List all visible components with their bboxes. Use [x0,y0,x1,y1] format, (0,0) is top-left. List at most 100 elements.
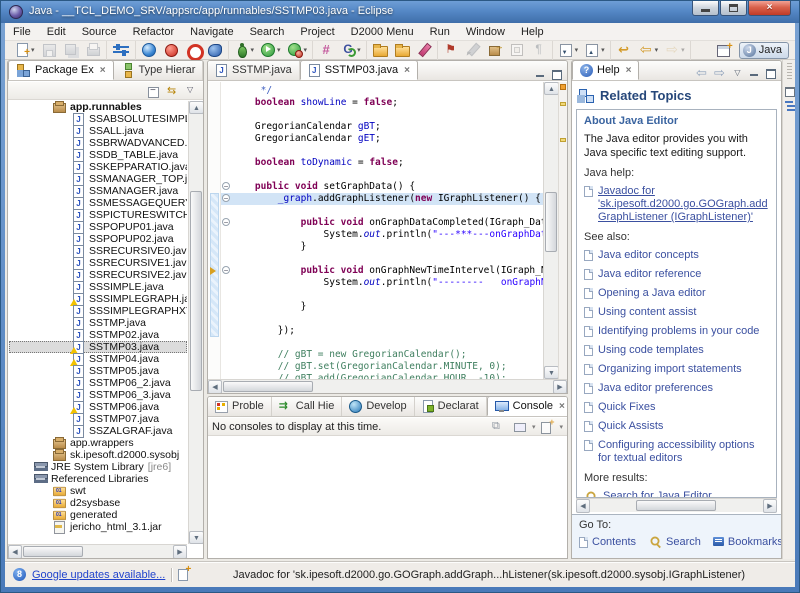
fold-marker-icon[interactable]: − [221,181,232,193]
tree-item-ssmanager-java[interactable]: SSMANAGER.java [9,185,187,197]
open-folder2-button[interactable] [391,40,413,60]
minimize-view-icon[interactable] [748,67,761,79]
tree-item-d2sysbase[interactable]: d2sysbase [9,497,187,509]
java-perspective-button[interactable]: JJava [739,42,789,59]
d2000-red-button[interactable] [160,40,182,60]
tree-item-sstmp06-java[interactable]: SSTMP06.java [9,401,187,413]
tree-item-ssrecursive1-java[interactable]: SSRECURSIVE1.java [9,257,187,269]
back-icon[interactable] [694,66,709,80]
tab-help[interactable]: ? Help × [572,60,639,80]
prev-annotation-button[interactable]: ▾ [581,40,608,60]
highlighter-button[interactable] [413,40,435,60]
maximize-view-icon[interactable] [550,68,563,80]
see-also-link-organizing-import-statements[interactable]: Organizing import statements [584,363,769,376]
scroll-right-icon[interactable]: ▶ [173,545,187,559]
tree-item-sszalgraf-java[interactable]: SSZALGRAF.java [9,425,187,437]
close-tab-icon[interactable]: × [626,65,632,76]
annotation-ruler[interactable] [208,82,221,379]
dropdown-arrow-icon[interactable]: ▾ [304,46,308,54]
tree-item-generated[interactable]: generated [9,509,187,521]
menu-help[interactable]: Help [513,24,552,40]
scroll-right-icon[interactable]: ▶ [553,380,567,394]
tree-vertical-scrollbar[interactable]: ▲ ▼ [188,101,203,544]
display-selected-console-icon[interactable] [511,419,528,434]
tree-item-sskepparatio-java[interactable]: SSKEPPARATIO.java [9,161,187,173]
sliders-button[interactable] [109,40,133,60]
tab-package-explorer[interactable]: Package Ex × [8,60,114,80]
tab-develop[interactable]: Develop [342,396,414,416]
dropdown-arrow-icon[interactable]: ▾ [655,46,659,54]
tree-item-ssmanager-top-java[interactable]: SSMANAGER_TOP.java [9,173,187,185]
d2000-badge-button[interactable] [182,40,204,60]
menu-window[interactable]: Window [458,24,513,40]
close-tab-icon[interactable]: × [404,65,410,76]
tree-item-sssimple-java[interactable]: SSSIMPLE.java [9,281,187,293]
tree-item-ssall-java[interactable]: SSALL.java [9,125,187,137]
d2000-blue-button[interactable] [204,40,226,60]
code-area[interactable]: */ boolean showLine = false; GregorianCa… [221,82,543,379]
search-for-java-editor-link[interactable]: Search for Java Editor [584,490,769,498]
save-button[interactable] [38,40,60,60]
tree-item-sspopup01-java[interactable]: SSPOPUP01.java [9,221,187,233]
fold-marker-icon[interactable]: − [221,193,232,205]
editor-horizontal-scrollbar[interactable]: ◀ ▶ [208,379,567,393]
tree-item-sstmp07-java[interactable]: SSTMP07.java [9,413,187,425]
tab-type-hierarchy[interactable]: Type Hierar [114,60,204,80]
tree-item-sspopup02-java[interactable]: SSPOPUP02.java [9,233,187,245]
menu-project[interactable]: Project [292,24,342,40]
tab-call-hie[interactable]: Call Hie [272,396,343,416]
last-edit-button[interactable] [613,40,635,60]
see-also-link-quick-assists[interactable]: Quick Assists [584,420,769,433]
see-also-link-java-editor-reference[interactable]: Java editor reference [584,268,769,281]
see-also-link-using-code-templates[interactable]: Using code templates [584,344,769,357]
tree-item-jre-system-library[interactable]: JRE System Library[jre6] [9,461,187,473]
collapse-all-icon[interactable] [145,83,162,98]
scroll-left-icon[interactable]: ◀ [208,380,222,394]
view-menu-icon[interactable] [730,66,745,80]
frame-button[interactable] [506,40,528,60]
tree-item-ssmessagequery-java[interactable]: SSMESSAGEQUERY.java [9,197,187,209]
help-horizontal-scrollbar[interactable]: ◀ ▶ [576,498,777,512]
see-also-link-java-editor-concepts[interactable]: Java editor concepts [584,249,769,262]
see-also-link-opening-a-java-editor[interactable]: Opening a Java editor [584,287,769,300]
link-with-editor-icon[interactable] [164,83,181,98]
dropdown-arrow-icon[interactable]: ▾ [251,46,255,54]
tree-item-sstmp06-2-java[interactable]: SSTMP06_2.java [9,377,187,389]
see-also-link-configuring-accessibility-options-for-textual-editors[interactable]: Configuring accessibility options for te… [584,439,769,465]
see-also-link-using-content-assist[interactable]: Using content assist [584,306,769,319]
editor-tab-sstmp03-java[interactable]: SSTMP03.java× [300,60,418,80]
new-wizard-button[interactable]: ▾ [11,40,38,60]
scroll-right-icon[interactable]: ▶ [763,499,777,513]
forward-icon[interactable] [712,66,727,80]
run-button[interactable]: ▾ [257,40,284,60]
scroll-down-icon[interactable]: ▼ [544,366,559,379]
tree-item-swt[interactable]: swt [9,485,187,497]
dropdown-arrow-icon[interactable]: ▾ [559,423,563,431]
goto-search[interactable]: Search [648,535,701,548]
see-also-link-quick-fixes[interactable]: Quick Fixes [584,401,769,414]
dropdown-arrow-icon[interactable]: ▾ [31,46,35,54]
back-button[interactable]: ▾ [635,40,662,60]
tree-item-ssabsolutesimple-java[interactable]: SSABSOLUTESIMPLE.java [9,113,187,125]
tree-item-jericho-html-3-1-jar[interactable]: jericho_html_3.1.jar [9,521,187,533]
tree-item-ssbrwadvanced-java[interactable]: SSBRWADVANCED.java [9,137,187,149]
menu-file[interactable]: File [5,24,39,40]
open-folder-button[interactable] [369,40,391,60]
fold-marker-icon[interactable]: − [221,265,232,277]
javadoc-link[interactable]: Javadoc for 'sk.ipesoft.d2000.go.GOGraph… [584,185,769,224]
debug-button[interactable]: ▾ [231,40,258,60]
dropdown-arrow-icon[interactable]: ▾ [532,423,536,431]
menu-navigate[interactable]: Navigate [182,24,241,40]
dropdown-arrow-icon[interactable]: ▾ [277,46,281,54]
tree-item-sssimplegraph-java[interactable]: SSSIMPLEGRAPH.java [9,293,187,305]
minimize-view-icon[interactable] [203,68,204,80]
next-annotation-button[interactable]: ▾ [555,40,582,60]
tree-item-sstmp06-3-java[interactable]: SSTMP06_3.java [9,389,187,401]
tree-item-sstmp-java[interactable]: SSTMP.java [9,317,187,329]
pilcrow-button[interactable] [528,40,550,60]
menu-search[interactable]: Search [242,24,293,40]
see-also-link-identifying-problems-in-your-code[interactable]: Identifying problems in your code [584,325,769,338]
tree-item-sstmp03-java[interactable]: SSTMP03.java [9,341,187,353]
tree-item-app-runnables[interactable]: app.runnables [9,101,187,113]
see-also-link-java-editor-preferences[interactable]: Java editor preferences [584,382,769,395]
